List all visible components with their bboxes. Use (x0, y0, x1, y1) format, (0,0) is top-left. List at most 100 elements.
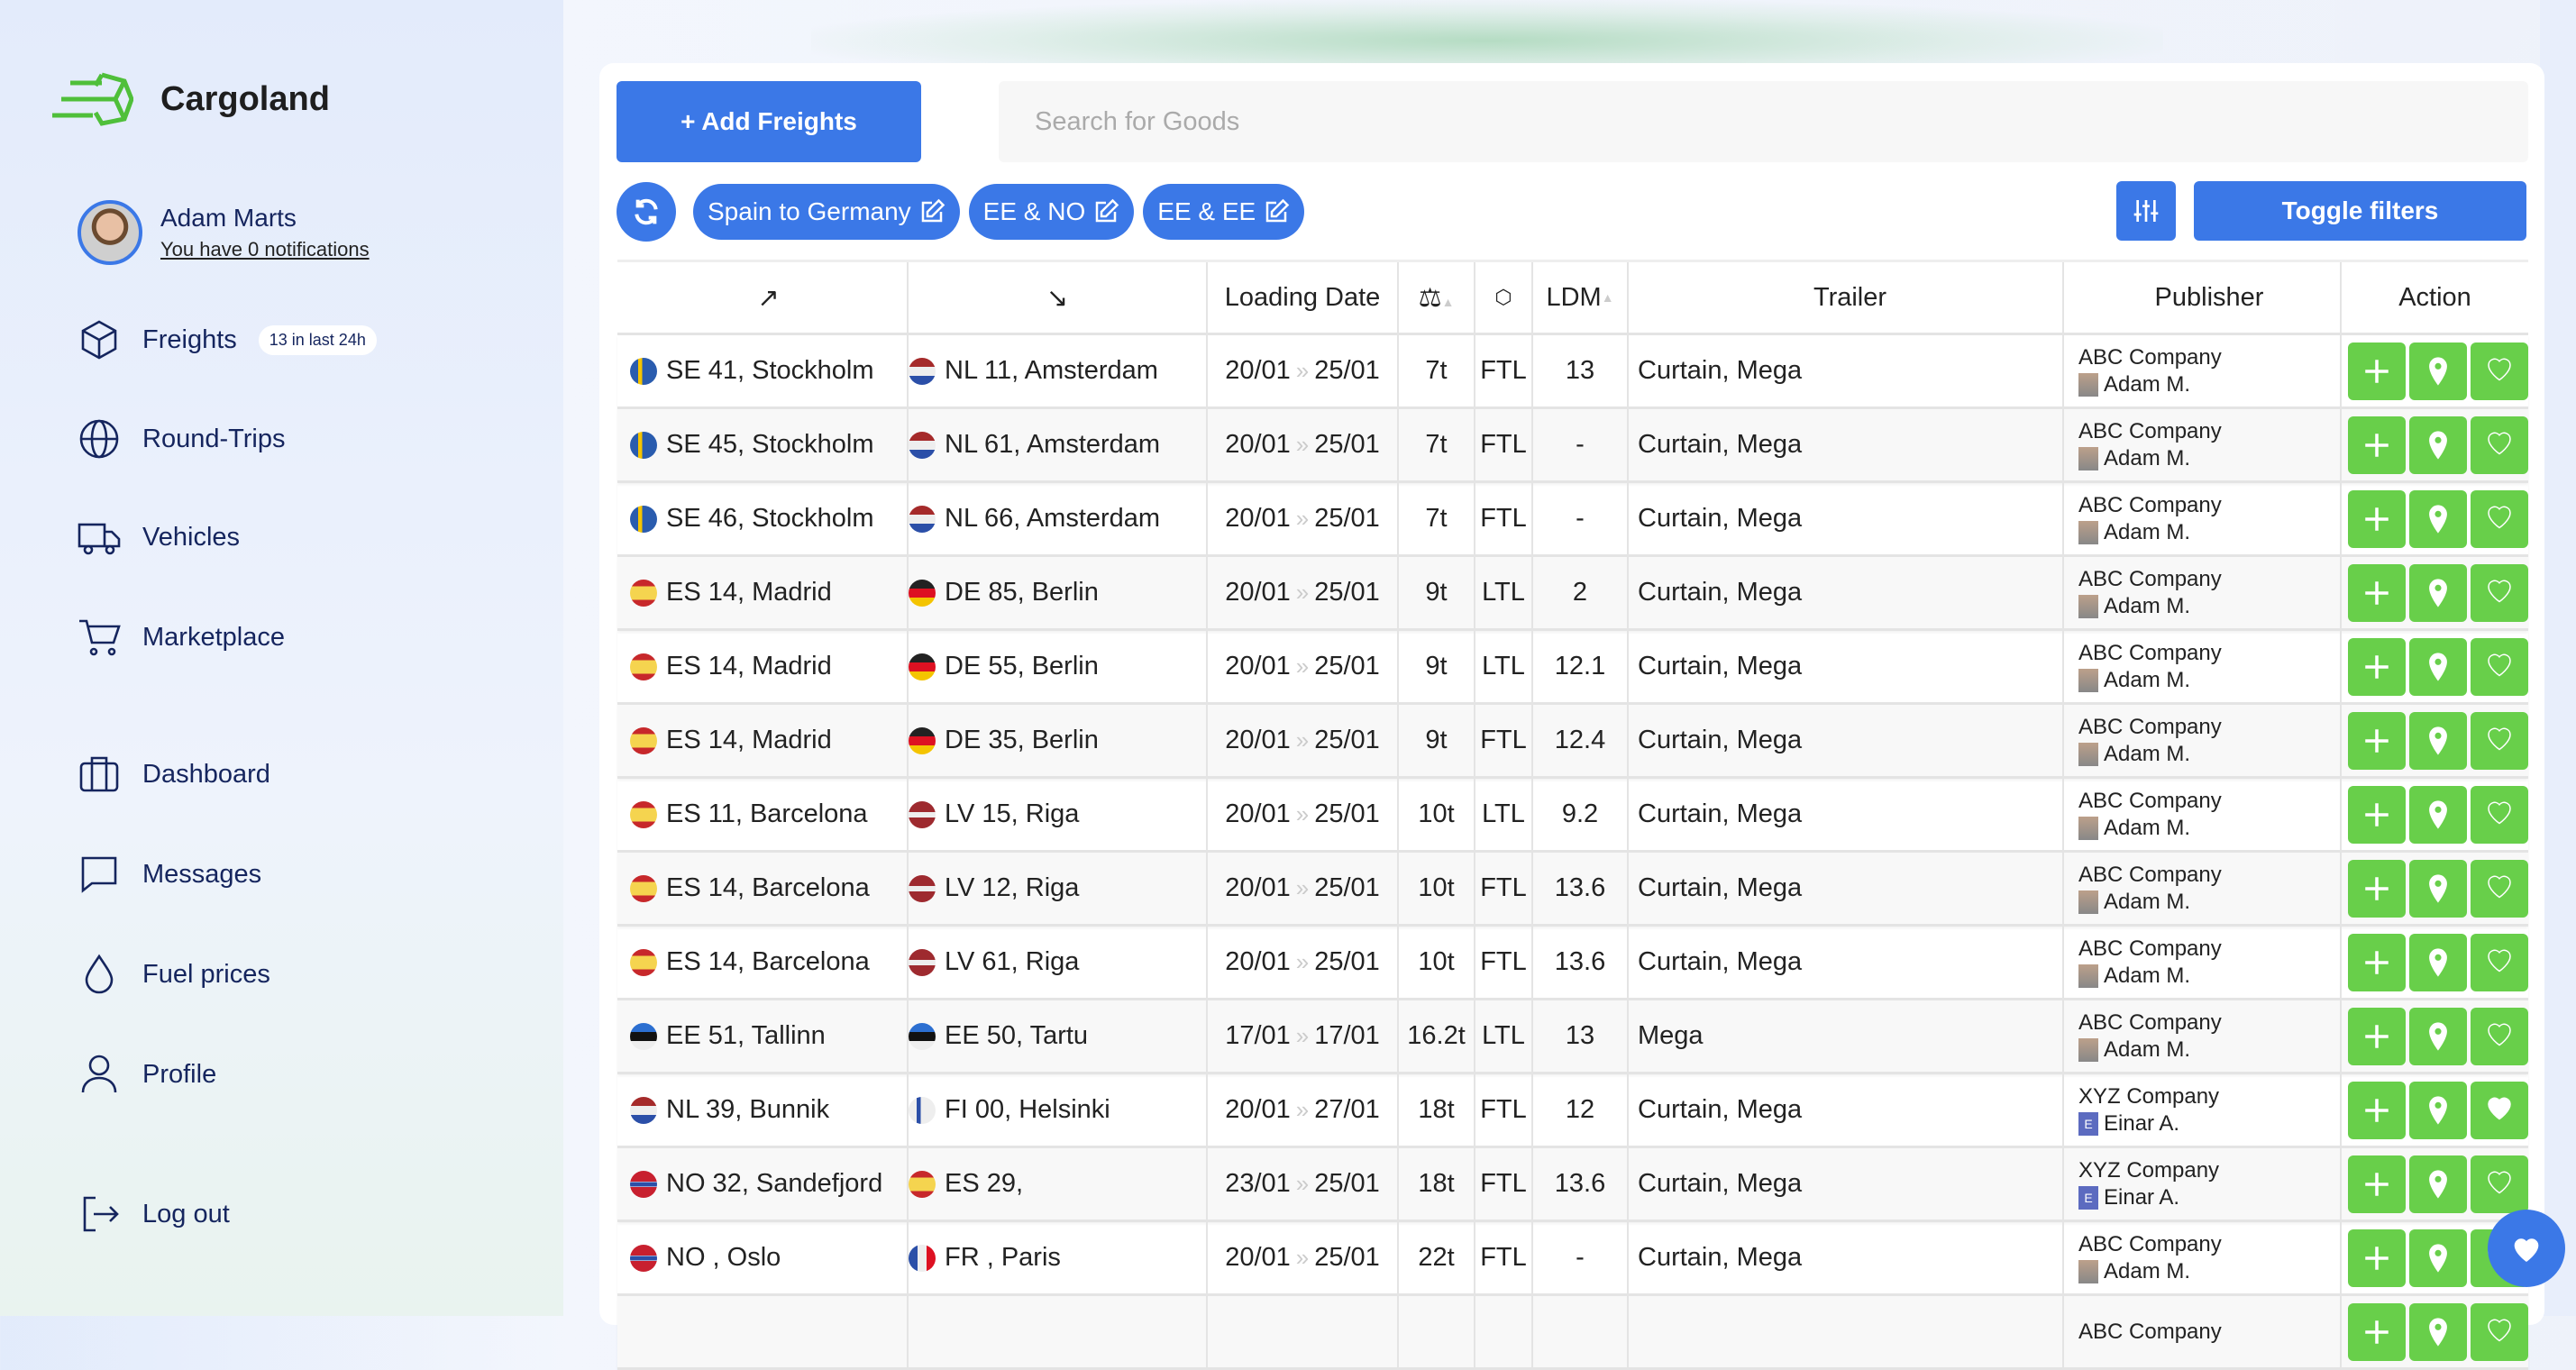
location-button[interactable] (2409, 1155, 2467, 1213)
location-button[interactable] (2409, 637, 2467, 696)
sidebar-item-profile[interactable]: Profile (78, 1053, 216, 1096)
location-button[interactable] (2409, 1302, 2467, 1361)
add-button[interactable] (2348, 1081, 2406, 1139)
table-row[interactable]: ES 11, Barcelona LV 15, Riga 20/01» 25/01… (617, 779, 2528, 853)
favorite-button[interactable] (2471, 1302, 2528, 1361)
location-button[interactable] (2409, 563, 2467, 622)
destination-cell: NL 66, Amsterdam (909, 483, 1208, 554)
add-button[interactable] (2348, 489, 2406, 548)
header-type[interactable]: ⬡ (1475, 262, 1533, 333)
add-button[interactable] (2348, 416, 2406, 474)
saved-filter-chip[interactable]: Spain to Germany (693, 184, 960, 240)
add-button[interactable] (2348, 637, 2406, 696)
location-button[interactable] (2409, 1081, 2467, 1139)
add-button[interactable] (2348, 785, 2406, 844)
sidebar-item-round-trips[interactable]: Round-Trips (78, 417, 285, 461)
saved-filter-chip[interactable]: EE & NO (968, 184, 1135, 240)
favorite-button[interactable] (2471, 859, 2528, 918)
add-button[interactable] (2348, 342, 2406, 400)
add-button[interactable] (2348, 1155, 2406, 1213)
favorite-button[interactable] (2471, 711, 2528, 770)
add-button[interactable] (2348, 711, 2406, 770)
header-ldm[interactable]: LDM ▲ (1533, 262, 1629, 333)
saved-filter-chip[interactable]: EE & EE (1143, 184, 1305, 240)
favorite-button[interactable] (2471, 489, 2528, 548)
favorite-button[interactable] (2471, 637, 2528, 696)
favorite-button[interactable] (2471, 342, 2528, 400)
table-row[interactable]: NO 32, Sandefjord ES 29, 23/01» 25/01 18t… (617, 1148, 2528, 1222)
favorite-button[interactable] (2471, 785, 2528, 844)
location-button[interactable] (2409, 416, 2467, 474)
favorite-button[interactable] (2471, 1081, 2528, 1139)
table-row[interactable]: ES 14, Barcelona LV 61, Riga 20/01» 25/01… (617, 927, 2528, 1000)
location-button[interactable] (2409, 1228, 2467, 1287)
avatar[interactable] (78, 200, 142, 265)
publisher-cell: XYZ Company E Einar A. (2064, 1074, 2342, 1146)
loading-date-cell: 20/01» 25/01 (1208, 335, 1399, 406)
location-button[interactable] (2409, 489, 2467, 548)
table-row[interactable]: ES 14, Madrid DE 55, Berlin 20/01» 25/01 … (617, 631, 2528, 705)
sidebar-item-messages[interactable]: Messages (78, 853, 261, 896)
filter-settings-button[interactable] (2116, 181, 2176, 241)
ldm-cell: - (1533, 483, 1629, 554)
table-row[interactable]: ES 14, Madrid DE 85, Berlin 20/01» 25/01 … (617, 557, 2528, 631)
user-profile[interactable]: Adam Marts You have 0 notifications (78, 200, 370, 265)
table-row[interactable]: SE 41, Stockholm NL 11, Amsterdam 20/01»… (617, 335, 2528, 409)
table-row[interactable]: ABC Company (617, 1296, 2528, 1370)
location-button[interactable] (2409, 711, 2467, 770)
favorites-fab[interactable] (2488, 1210, 2565, 1287)
publisher-person: Adam M. (2104, 963, 2191, 988)
ldm-cell (1533, 1296, 1629, 1367)
sidebar-item-vehicles[interactable]: Vehicles (78, 516, 240, 559)
table-row[interactable]: ES 14, Barcelona LV 12, Riga 20/01» 25/01… (617, 853, 2528, 927)
table-row[interactable]: NO , Oslo FR , Paris 20/01» 25/01 22t FTL… (617, 1222, 2528, 1296)
favorite-button[interactable] (2471, 933, 2528, 991)
sidebar-item-freights[interactable]: Freights 13 in last 24h (78, 318, 377, 361)
edit-icon[interactable] (1263, 198, 1290, 225)
edit-icon[interactable] (918, 198, 945, 225)
table-row[interactable]: SE 46, Stockholm NL 66, Amsterdam 20/01»… (617, 483, 2528, 557)
location-button[interactable] (2409, 933, 2467, 991)
table-row[interactable]: ES 14, Madrid DE 35, Berlin 20/01» 25/01 … (617, 705, 2528, 779)
flag-de-icon (909, 653, 936, 680)
heart-icon (2481, 573, 2517, 613)
header-from[interactable]: ↗ (617, 262, 909, 333)
origin-cell: SE 46, Stockholm (617, 483, 909, 554)
location-button[interactable] (2409, 342, 2467, 400)
refresh-button[interactable] (617, 182, 676, 242)
add-button[interactable] (2348, 563, 2406, 622)
sidebar-item-marketplace[interactable]: Marketplace (78, 616, 285, 659)
sidebar-item-log-out[interactable]: Log out (78, 1192, 230, 1236)
location-button[interactable] (2409, 1007, 2467, 1065)
search-input[interactable]: Search for Goods (999, 81, 2528, 162)
header-weight[interactable]: ⚖▲ (1399, 262, 1475, 333)
table-row[interactable]: SE 45, Stockholm NL 61, Amsterdam 20/01»… (617, 409, 2528, 483)
destination: DE 35, Berlin (945, 726, 1099, 754)
heart-icon (2514, 1238, 2539, 1262)
sidebar-item-fuel-prices[interactable]: Fuel prices (78, 953, 270, 996)
notifications-link[interactable]: You have 0 notifications (160, 238, 370, 261)
table-row[interactable]: NL 39, Bunnik FI 00, Helsinki 20/01» 27/0… (617, 1074, 2528, 1148)
location-button[interactable] (2409, 859, 2467, 918)
location-button[interactable] (2409, 785, 2467, 844)
add-button[interactable] (2348, 933, 2406, 991)
add-freights-button[interactable]: + Add Freights (617, 81, 921, 162)
drop-icon (85, 954, 114, 994)
logo[interactable]: Cargoland (52, 72, 330, 126)
favorite-button[interactable] (2471, 1155, 2528, 1213)
flag-de-icon (909, 726, 936, 754)
add-button[interactable] (2348, 1228, 2406, 1287)
favorite-button[interactable] (2471, 563, 2528, 622)
favorite-button[interactable] (2471, 416, 2528, 474)
table-row[interactable]: EE 51, Tallinn EE 50, Tartu 17/01» 17/01 … (617, 1000, 2528, 1074)
sidebar-item-dashboard[interactable]: Dashboard (78, 753, 270, 796)
add-button[interactable] (2348, 1007, 2406, 1065)
toggle-filters-button[interactable]: Toggle filters (2194, 181, 2526, 241)
action-cell (2342, 1296, 2528, 1367)
header-to[interactable]: ↘ (909, 262, 1208, 333)
add-button[interactable] (2348, 1302, 2406, 1361)
favorite-button[interactable] (2471, 1007, 2528, 1065)
header-loading-date[interactable]: Loading Date (1208, 262, 1399, 333)
edit-icon[interactable] (1092, 198, 1119, 225)
add-button[interactable] (2348, 859, 2406, 918)
